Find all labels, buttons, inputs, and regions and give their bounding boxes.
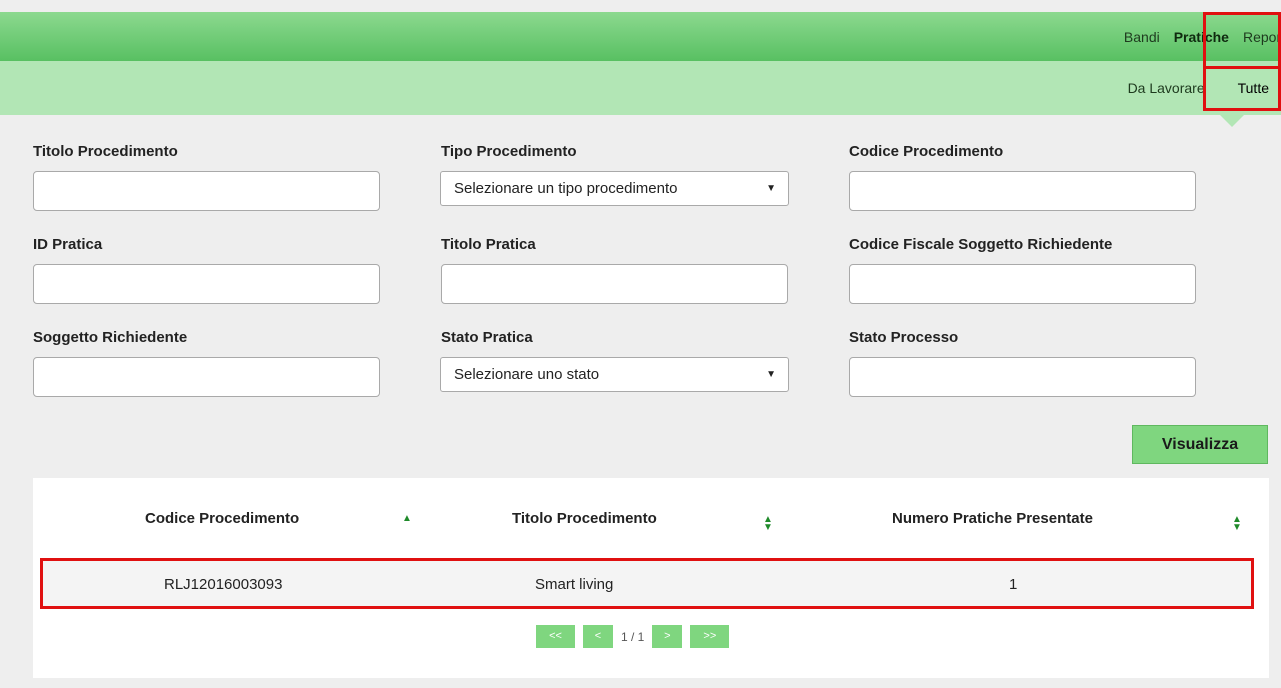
input-codice-fiscale[interactable] (849, 264, 1196, 304)
label-codice-fiscale: Codice Fiscale Soggetto Richiedente (849, 236, 1113, 253)
label-stato-pratica: Stato Pratica (441, 329, 533, 346)
label-id-pratica: ID Pratica (33, 236, 103, 253)
sort-both-icon[interactable]: ▲ ▼ (1232, 515, 1242, 533)
pagination-prev-button[interactable]: < (583, 625, 613, 648)
highlight-report-box (1203, 12, 1281, 69)
pagination-info: 1 / 1 (621, 629, 645, 644)
visualizza-button[interactable]: Visualizza (1132, 425, 1268, 464)
active-tab-caret (1220, 115, 1244, 127)
sub-nav-bar (0, 61, 1281, 115)
pagination-next-button[interactable]: > (652, 625, 683, 648)
label-titolo-procedimento: Titolo Procedimento (33, 143, 178, 160)
column-header-titolo-procedimento[interactable]: Titolo Procedimento (512, 510, 657, 527)
dropdown-arrow-icon: ▼ (766, 369, 776, 380)
input-stato-processo[interactable] (849, 357, 1196, 397)
label-codice-procedimento: Codice Procedimento (849, 143, 1004, 160)
sort-asc-icon[interactable]: ▲ (402, 514, 412, 524)
pagination-first-button[interactable]: << (536, 625, 575, 648)
input-codice-procedimento[interactable] (849, 171, 1196, 211)
dropdown-arrow-icon: ▼ (766, 183, 776, 194)
top-nav-bar (0, 12, 1281, 61)
input-id-pratica[interactable] (33, 264, 380, 304)
column-header-numero-pratiche[interactable]: Numero Pratiche Presentate (892, 510, 1093, 527)
select-stato-pratica-value: Selezionare uno stato (454, 366, 600, 383)
pagination: << < 1 / 1 > >> (536, 625, 737, 648)
select-stato-pratica[interactable]: Selezionare uno stato ▼ (440, 357, 789, 392)
input-soggetto-richiedente[interactable] (33, 357, 380, 397)
label-titolo-pratica: Titolo Pratica (441, 236, 536, 253)
highlight-tutte-box (1203, 66, 1281, 111)
column-header-codice-procedimento[interactable]: Codice Procedimento (145, 510, 299, 527)
label-soggetto-richiedente: Soggetto Richiedente (33, 329, 188, 346)
input-titolo-pratica[interactable] (441, 264, 788, 304)
input-titolo-procedimento[interactable] (33, 171, 380, 211)
subnav-da-lavorare[interactable]: Da Lavorare (1128, 80, 1205, 96)
pagination-last-button[interactable]: >> (690, 625, 730, 648)
nav-bandi[interactable]: Bandi (1124, 29, 1160, 45)
sort-both-icon[interactable]: ▲ ▼ (763, 515, 773, 533)
label-stato-processo: Stato Processo (849, 329, 959, 346)
highlight-row-box (40, 558, 1254, 609)
select-tipo-procedimento[interactable]: Selezionare un tipo procedimento ▼ (440, 171, 789, 206)
label-tipo-procedimento: Tipo Procedimento (441, 143, 577, 160)
select-tipo-procedimento-value: Selezionare un tipo procedimento (454, 180, 678, 197)
